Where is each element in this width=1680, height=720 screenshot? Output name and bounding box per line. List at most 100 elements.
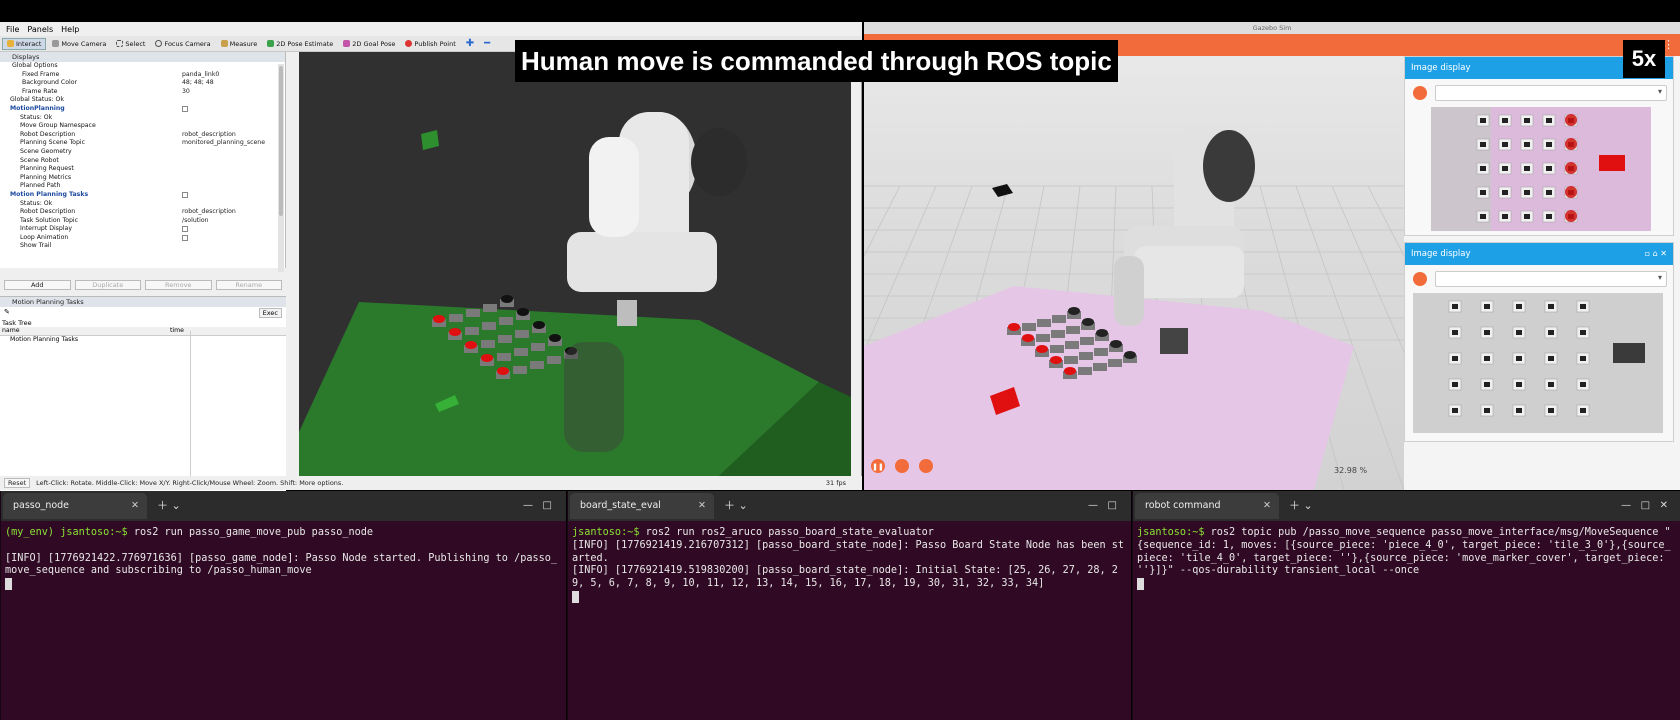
terminal-1: passo_node ✕ ＋ ⌄ — □ (my_env) jsantoso:~$… xyxy=(0,491,566,720)
add-tool-button[interactable]: ✚ xyxy=(462,38,478,50)
terminal-2: board_state_eval ✕ ＋ ⌄ — □ jsantoso:~$ ro… xyxy=(567,491,1131,720)
reset-button[interactable]: Reset xyxy=(4,478,31,488)
red-piece xyxy=(1565,186,1577,198)
terminal-text: ros2 run passo_game_move_pub passo_node xyxy=(133,527,374,538)
col-name[interactable]: name xyxy=(2,327,20,334)
rviz-3d-view[interactable] xyxy=(299,52,851,476)
new-tab-button[interactable]: ＋ ⌄ xyxy=(1289,491,1313,521)
display-row-value[interactable]: 48; 48; 48 xyxy=(182,79,214,88)
display-row-value[interactable]: robot_description xyxy=(182,208,236,217)
rviz-menubar: File Panels Help xyxy=(0,22,862,36)
display-row[interactable]: Task Solution Topic/solution xyxy=(0,217,285,226)
step-button[interactable] xyxy=(895,459,909,473)
checkbox[interactable] xyxy=(182,105,188,112)
display-row[interactable]: Frame Rate 30 xyxy=(0,88,285,97)
display-row[interactable]: Status: Ok xyxy=(0,114,285,123)
task-tree-header: name time xyxy=(0,327,286,336)
tool-publish-point[interactable]: Publish Point xyxy=(401,38,459,50)
terminal-tab[interactable]: board_state_eval ✕ xyxy=(570,493,714,519)
close-tab-icon[interactable]: ✕ xyxy=(1263,493,1271,519)
display-row[interactable]: Background Color 48; 48; 48 xyxy=(0,79,285,88)
terminal-output[interactable]: jsantoso:~$ ros2 topic pub /passo_move_s… xyxy=(1133,521,1680,598)
image-topic-select[interactable] xyxy=(1435,85,1667,101)
display-row[interactable]: Scene Robot xyxy=(0,157,285,166)
display-row[interactable]: Move Group Namespace xyxy=(0,122,285,131)
display-row[interactable]: Show Trail xyxy=(0,242,285,251)
gazebo-3d-view[interactable]: ❚❚ 32.98 % xyxy=(864,56,1404,490)
tool-focus-camera[interactable]: Focus Camera xyxy=(151,38,214,50)
display-row[interactable]: Planned Path xyxy=(0,182,285,191)
exec-button[interactable]: Exec xyxy=(258,308,282,318)
display-row[interactable]: Loop Animation xyxy=(0,234,285,243)
displays-scrollbar[interactable] xyxy=(278,64,284,272)
scroll-thumb[interactable] xyxy=(279,66,283,216)
display-row[interactable]: MotionPlanning xyxy=(0,105,285,114)
tool-interact[interactable]: Interact xyxy=(2,37,47,50)
display-row[interactable]: Scene Geometry xyxy=(0,148,285,157)
display-row-label: Motion Planning Tasks xyxy=(10,190,89,198)
display-row-value[interactable]: 30 xyxy=(182,88,190,97)
new-tab-button[interactable]: ＋ ⌄ xyxy=(157,491,181,521)
terminal-tabbar: board_state_eval ✕ ＋ ⌄ — □ xyxy=(568,491,1131,521)
robot-finger xyxy=(1160,328,1188,354)
display-row[interactable]: Motion Planning Tasks xyxy=(0,191,285,200)
task-tree-item[interactable]: Motion Planning Tasks xyxy=(0,336,286,343)
rename-display-button[interactable]: Rename xyxy=(215,280,282,290)
refresh-icon[interactable] xyxy=(1413,86,1427,100)
tool-label: Interact xyxy=(16,39,42,48)
display-row[interactable]: Planning Metrics xyxy=(0,174,285,183)
display-row[interactable]: Planning Request xyxy=(0,165,285,174)
board-tile xyxy=(530,361,544,369)
display-row-value[interactable]: panda_link0 xyxy=(182,71,219,80)
tool-goal-pose[interactable]: 2D Goal Pose xyxy=(339,38,399,50)
tool-pose-estimate[interactable]: 2D Pose Estimate xyxy=(263,38,337,50)
refresh-icon[interactable] xyxy=(1413,272,1427,286)
window-controls[interactable]: — □ xyxy=(1088,491,1117,521)
display-row[interactable]: Fixed Frame panda_link0 xyxy=(0,71,285,80)
display-row[interactable]: Global Options xyxy=(0,62,285,71)
rviz-statusbar: Reset Left-Click: Rotate. Middle-Click: … xyxy=(0,476,862,490)
close-tab-icon[interactable]: ✕ xyxy=(131,493,139,519)
display-row-label: Global Options xyxy=(12,62,58,69)
display-row-value[interactable]: monitored_planning_scene xyxy=(182,139,265,148)
aruco-marker xyxy=(1502,190,1508,195)
col-time[interactable]: time xyxy=(170,327,184,334)
add-display-button[interactable]: Add xyxy=(4,280,71,290)
ruler-icon xyxy=(220,40,228,47)
tool-measure[interactable]: Measure xyxy=(217,38,262,50)
wrench-icon[interactable]: ✎ xyxy=(4,308,10,316)
menu-panels[interactable]: Panels xyxy=(27,25,53,34)
window-controls[interactable]: — □ ✕ xyxy=(1621,491,1668,521)
tab-title: passo_node xyxy=(13,500,70,511)
display-row-value[interactable]: /solution xyxy=(182,217,209,226)
close-tab-icon[interactable]: ✕ xyxy=(698,493,706,519)
display-row-value[interactable]: robot_description xyxy=(182,131,236,140)
menu-file[interactable]: File xyxy=(6,25,19,34)
menu-help[interactable]: Help xyxy=(61,25,79,34)
display-row[interactable]: Global Status: Ok xyxy=(0,96,285,105)
image-topic-select[interactable] xyxy=(1435,271,1667,287)
display-row[interactable]: Robot Description robot_description xyxy=(0,131,285,140)
checkbox[interactable] xyxy=(182,234,188,241)
panel-controls-icon[interactable]: ▫ ⌂ ✕ xyxy=(1645,243,1667,265)
terminal-output[interactable]: (my_env) jsantoso:~$ ros2 run passo_game… xyxy=(1,521,566,598)
tool-select[interactable]: Select xyxy=(112,38,149,50)
new-tab-button[interactable]: ＋ ⌄ xyxy=(724,491,748,521)
caption-banner: Human move is commanded through ROS topi… xyxy=(515,40,1118,82)
display-row[interactable]: Interrupt Display xyxy=(0,225,285,234)
reset-sim-button[interactable] xyxy=(919,459,933,473)
checkbox[interactable] xyxy=(182,191,188,198)
display-row[interactable]: Planning Scene Topic monitored_planning_s… xyxy=(0,139,285,148)
remove-tool-button[interactable]: ━ xyxy=(480,38,494,50)
checkbox[interactable] xyxy=(182,226,188,233)
window-controls[interactable]: — □ xyxy=(523,491,552,521)
pin-icon xyxy=(405,40,413,47)
remove-display-button[interactable]: Remove xyxy=(145,280,212,290)
tool-move-camera[interactable]: Move Camera xyxy=(48,38,110,50)
terminal-output[interactable]: jsantoso:~$ ros2 run ros2_aruco passo_bo… xyxy=(568,521,1131,611)
display-row[interactable]: Robot Description robot_description xyxy=(0,208,285,217)
duplicate-display-button[interactable]: Duplicate xyxy=(74,280,141,290)
terminal-tab[interactable]: passo_node ✕ xyxy=(3,493,147,519)
terminal-tab[interactable]: robot command ✕ xyxy=(1135,493,1279,519)
display-row[interactable]: Status: Ok xyxy=(0,200,285,209)
